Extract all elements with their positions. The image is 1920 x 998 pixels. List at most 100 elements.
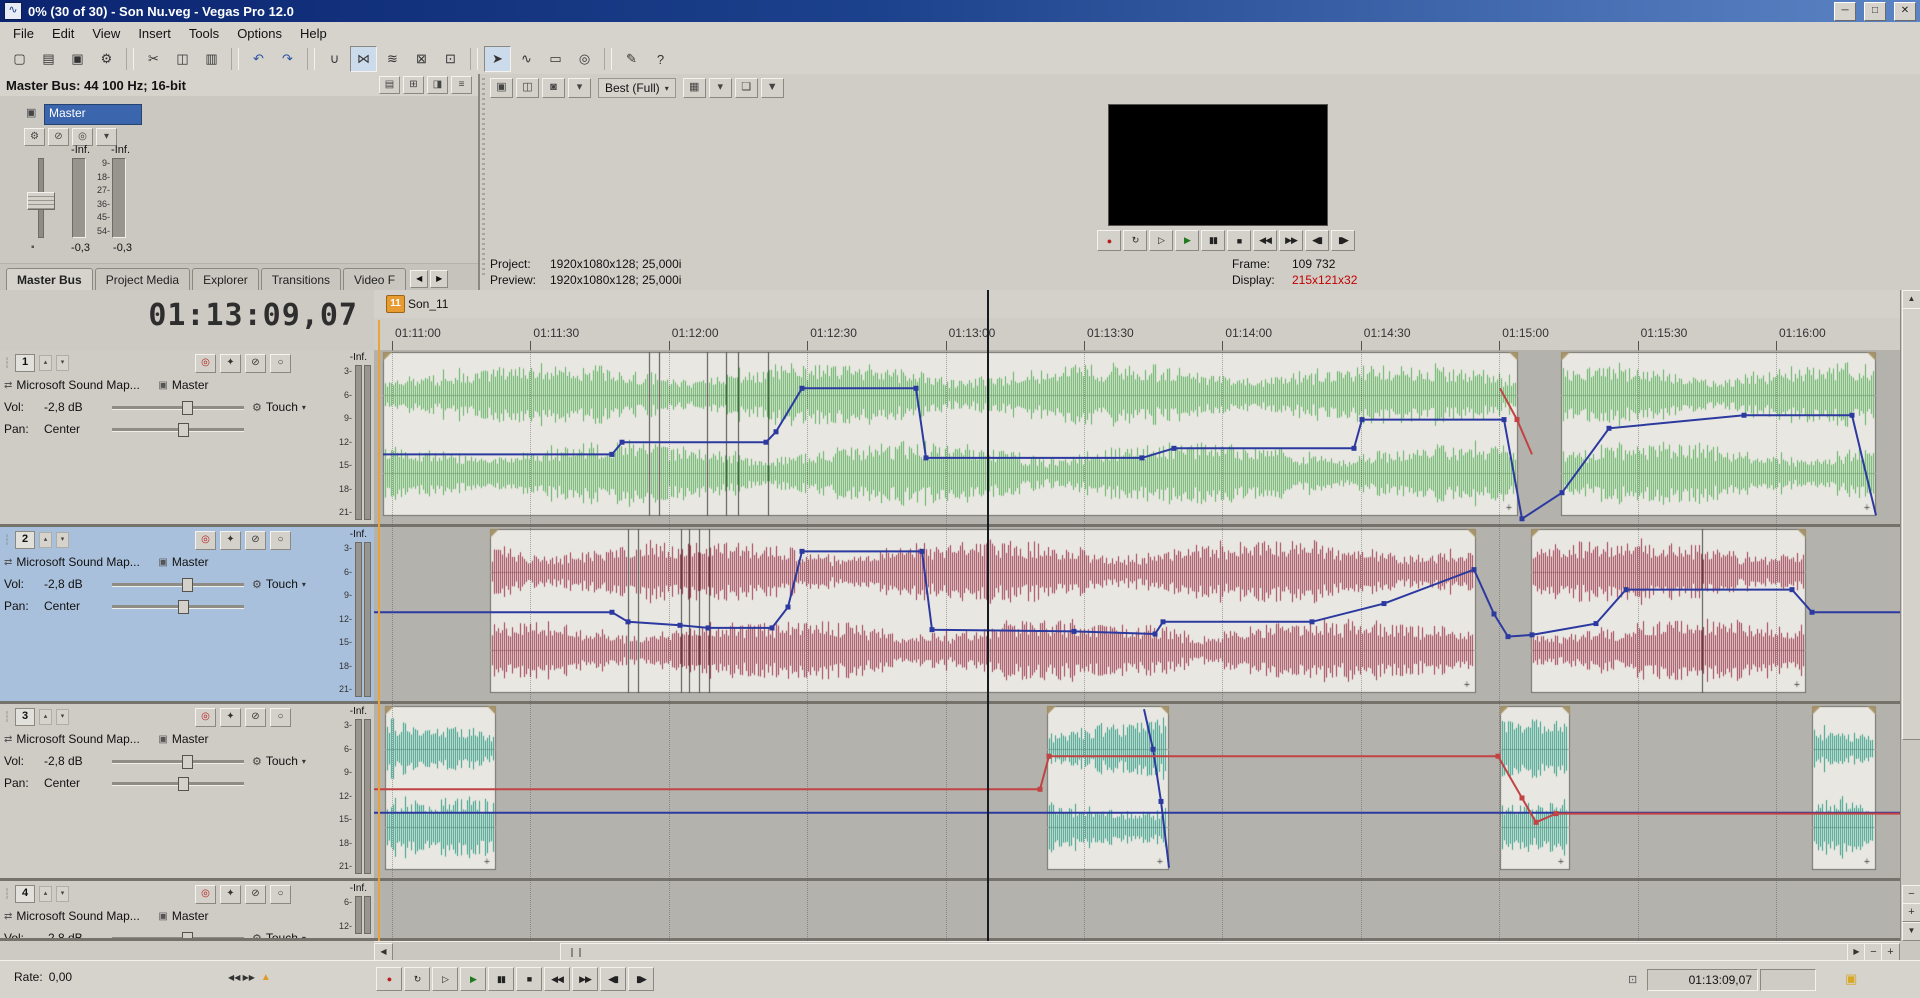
track-lane-4[interactable] <box>374 881 1900 941</box>
status-timecode[interactable]: 01:13:09,07 <box>1647 969 1758 991</box>
record-button[interactable]: ● <box>1097 230 1121 251</box>
track-fx-button[interactable]: ✦ <box>220 354 241 373</box>
record-device-name[interactable]: Microsoft Sound Map... <box>16 378 154 392</box>
play-from-start-button[interactable]: ▷ <box>432 967 458 991</box>
volume-slider[interactable] <box>112 755 244 767</box>
scroll-down-button[interactable]: ▼ <box>1902 922 1920 941</box>
video-overlay-icon[interactable]: ◙ <box>542 78 565 98</box>
pause-button[interactable]: ▮▮ <box>488 967 514 991</box>
menu-view[interactable]: View <box>83 24 129 43</box>
scroll-left-button[interactable]: ◀ <box>374 943 393 960</box>
menu-options[interactable]: Options <box>228 24 291 43</box>
track-minimize-icon[interactable]: ▴ <box>39 886 52 902</box>
track-maximize-icon[interactable]: ▾ <box>56 355 69 371</box>
minimize-button[interactable]: ─ <box>1834 2 1856 21</box>
play-button[interactable]: ▶ <box>460 967 486 991</box>
vertical-zoom-out-button[interactable]: − <box>1902 885 1920 904</box>
solo-button[interactable]: ○ <box>270 708 291 727</box>
horizontal-scroll-thumb[interactable] <box>560 943 1848 960</box>
bus-name[interactable]: Master <box>172 732 209 746</box>
pencil-tool-button[interactable]: ✎ <box>618 46 645 72</box>
stop-button[interactable]: ■ <box>516 967 542 991</box>
automation-mode-button[interactable]: Touch <box>266 754 298 768</box>
go-to-start-button[interactable]: ◀◀ <box>544 967 570 991</box>
menu-edit[interactable]: Edit <box>43 24 83 43</box>
save-button[interactable]: ▣ <box>64 46 91 72</box>
track-drag-handle-icon[interactable]: ┆ <box>4 358 11 369</box>
timeline[interactable]: 11 Son_11 01:11:0001:11:3001:12:0001:12:… <box>374 290 1900 960</box>
arm-record-button[interactable]: ◎ <box>195 708 216 727</box>
marker-flag[interactable]: 11 <box>386 295 405 313</box>
whats-this-help-button[interactable]: ? <box>647 46 674 72</box>
lock-envelopes-button[interactable]: ⊠ <box>408 46 435 72</box>
track-1-envelopes[interactable] <box>374 350 1900 524</box>
mute-button[interactable]: ⊘ <box>245 354 266 373</box>
track-drag-handle-icon[interactable]: ┆ <box>4 889 11 900</box>
mute-button[interactable]: ⊘ <box>245 885 266 904</box>
go-to-start-button[interactable]: ◀◀ <box>1253 230 1277 251</box>
vertical-zoom-in-button[interactable]: + <box>1902 903 1920 922</box>
volume-value[interactable]: -2,8 dB <box>44 400 108 414</box>
split-screen-dropdown-icon[interactable]: ▾ <box>709 78 732 98</box>
play-button[interactable]: ▶ <box>1175 230 1199 251</box>
loop-playback-button[interactable]: ↻ <box>1123 230 1147 251</box>
track-drag-handle-icon[interactable]: ┆ <box>4 535 11 546</box>
bus-assign-icon[interactable]: ▣ <box>158 380 167 391</box>
downmix-output-icon[interactable]: ◨ <box>427 76 448 94</box>
loop-playback-button[interactable]: ↻ <box>404 967 430 991</box>
track-lanes[interactable] <box>374 350 1900 941</box>
envelope-edit-tool-button[interactable]: ∿ <box>513 46 540 72</box>
record-input-icon[interactable]: ⇄ <box>4 557 12 568</box>
bus-assign-icon[interactable]: ▣ <box>158 734 167 745</box>
solo-button[interactable]: ○ <box>270 354 291 373</box>
bus-name[interactable]: Master <box>172 378 209 392</box>
chevron-down-icon[interactable]: ▾ <box>302 403 306 412</box>
video-properties-icon[interactable]: ▣ <box>490 78 513 98</box>
external-monitor-icon[interactable]: ◫ <box>516 78 539 98</box>
project-properties-button[interactable]: ⚙ <box>93 46 120 72</box>
enable-snapping-button[interactable]: ∪ <box>321 46 348 72</box>
overlay-dropdown-icon[interactable]: ▾ <box>568 78 591 98</box>
previous-frame-button[interactable]: ◀▮ <box>600 967 626 991</box>
marker-bar[interactable]: 11 Son_11 <box>374 290 1900 319</box>
menu-insert[interactable]: Insert <box>129 24 180 43</box>
tab-scroll-left-icon[interactable]: ◀ <box>410 270 428 288</box>
record-device-name[interactable]: Microsoft Sound Map... <box>16 732 154 746</box>
time-ruler[interactable]: 01:11:0001:11:3001:12:0001:12:3001:13:00… <box>374 318 1900 351</box>
volume-value[interactable]: -2.8 dB <box>44 931 108 941</box>
titlebar[interactable]: ∿ 0% (30 of 30) - Son Nu.veg - Vegas Pro… <box>0 0 1920 22</box>
panel-drag-handle[interactable] <box>482 78 485 278</box>
lock-icon[interactable]: ▪ <box>31 242 35 253</box>
master-strip-name[interactable]: Master <box>44 104 142 125</box>
horizontal-scrollbar[interactable]: ◀ ▶ − + <box>374 941 1900 960</box>
master-fx-icon[interactable]: ⚙ <box>24 128 45 146</box>
mute-button[interactable]: ⊘ <box>245 708 266 727</box>
track-header-4[interactable]: ┆4▴▾◎✦⊘○⇄Microsoft Sound Map...▣MasterVo… <box>0 881 374 941</box>
bus-assign-icon[interactable]: ▣ <box>158 557 167 568</box>
track-2-envelopes[interactable] <box>374 527 1900 701</box>
record-device-name[interactable]: Microsoft Sound Map... <box>16 555 154 569</box>
volume-slider[interactable] <box>112 401 244 413</box>
auto-crossfades-button[interactable]: ⋈ <box>350 46 377 72</box>
track-header-3[interactable]: ┆3▴▾◎✦⊘○⇄Microsoft Sound Map...▣MasterVo… <box>0 704 374 881</box>
go-to-end-button[interactable]: ▶▶ <box>572 967 598 991</box>
auto-ripple-button[interactable]: ≋ <box>379 46 406 72</box>
volume-value[interactable]: -2,8 dB <box>44 754 108 768</box>
pan-value[interactable]: Center <box>44 422 108 436</box>
arm-record-button[interactable]: ◎ <box>195 885 216 904</box>
arm-record-button[interactable]: ◎ <box>195 531 216 550</box>
track-minimize-icon[interactable]: ▴ <box>39 709 52 725</box>
volume-value[interactable]: -2,8 dB <box>44 577 108 591</box>
automation-settings-icon[interactable]: ⚙ <box>252 578 262 591</box>
pan-value[interactable]: Center <box>44 776 108 790</box>
track-lane-3[interactable] <box>374 704 1900 881</box>
zoom-in-button[interactable]: + <box>1881 943 1900 960</box>
track-lane-2[interactable] <box>374 527 1900 704</box>
solo-button[interactable]: ○ <box>270 531 291 550</box>
timecode-display[interactable]: 01:13:09,07 <box>148 298 358 333</box>
tab-master-bus[interactable]: Master Bus <box>6 268 93 290</box>
next-frame-button[interactable]: ▮▶ <box>628 967 654 991</box>
maximize-button[interactable]: □ <box>1864 2 1886 21</box>
chevron-down-icon[interactable]: ▾ <box>302 580 306 589</box>
menu-file[interactable]: File <box>4 24 43 43</box>
